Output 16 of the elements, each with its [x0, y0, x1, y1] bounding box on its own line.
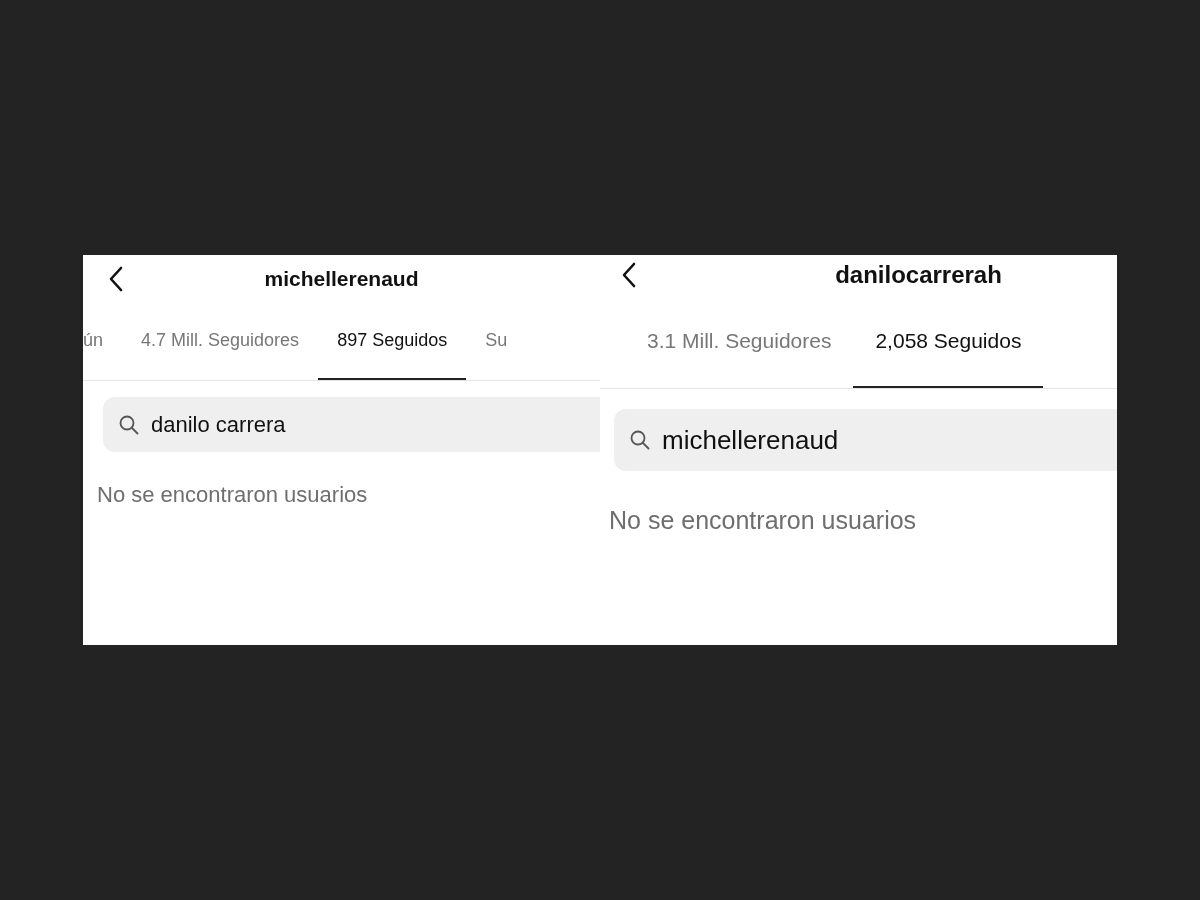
follow-tab[interactable]: 4.7 Mill. Seguidores	[122, 303, 319, 380]
empty-message: No se encontraron usuarios	[97, 482, 369, 508]
back-icon[interactable]	[109, 266, 123, 292]
search-field[interactable]: danilo carrera	[103, 397, 600, 452]
follow-tab[interactable]: 2,058 Seguidos	[853, 295, 1044, 388]
search-field[interactable]: michellerenaud	[614, 409, 1117, 471]
follow-tab[interactable]: 897 Seguidos	[318, 303, 467, 380]
profile-username: danilocarrerah	[835, 261, 1002, 288]
follow-tab[interactable]: 3.1 Mill. Seguidores	[625, 295, 854, 388]
follow-tab[interactable]: ún	[83, 303, 123, 380]
search-icon	[630, 430, 650, 450]
empty-message: No se encontraron usuarios	[609, 506, 918, 535]
search-icon	[119, 415, 139, 434]
follow-tab[interactable]: Su	[466, 303, 527, 380]
profile-username: michellerenaud	[264, 267, 419, 290]
back-icon[interactable]	[622, 262, 636, 288]
